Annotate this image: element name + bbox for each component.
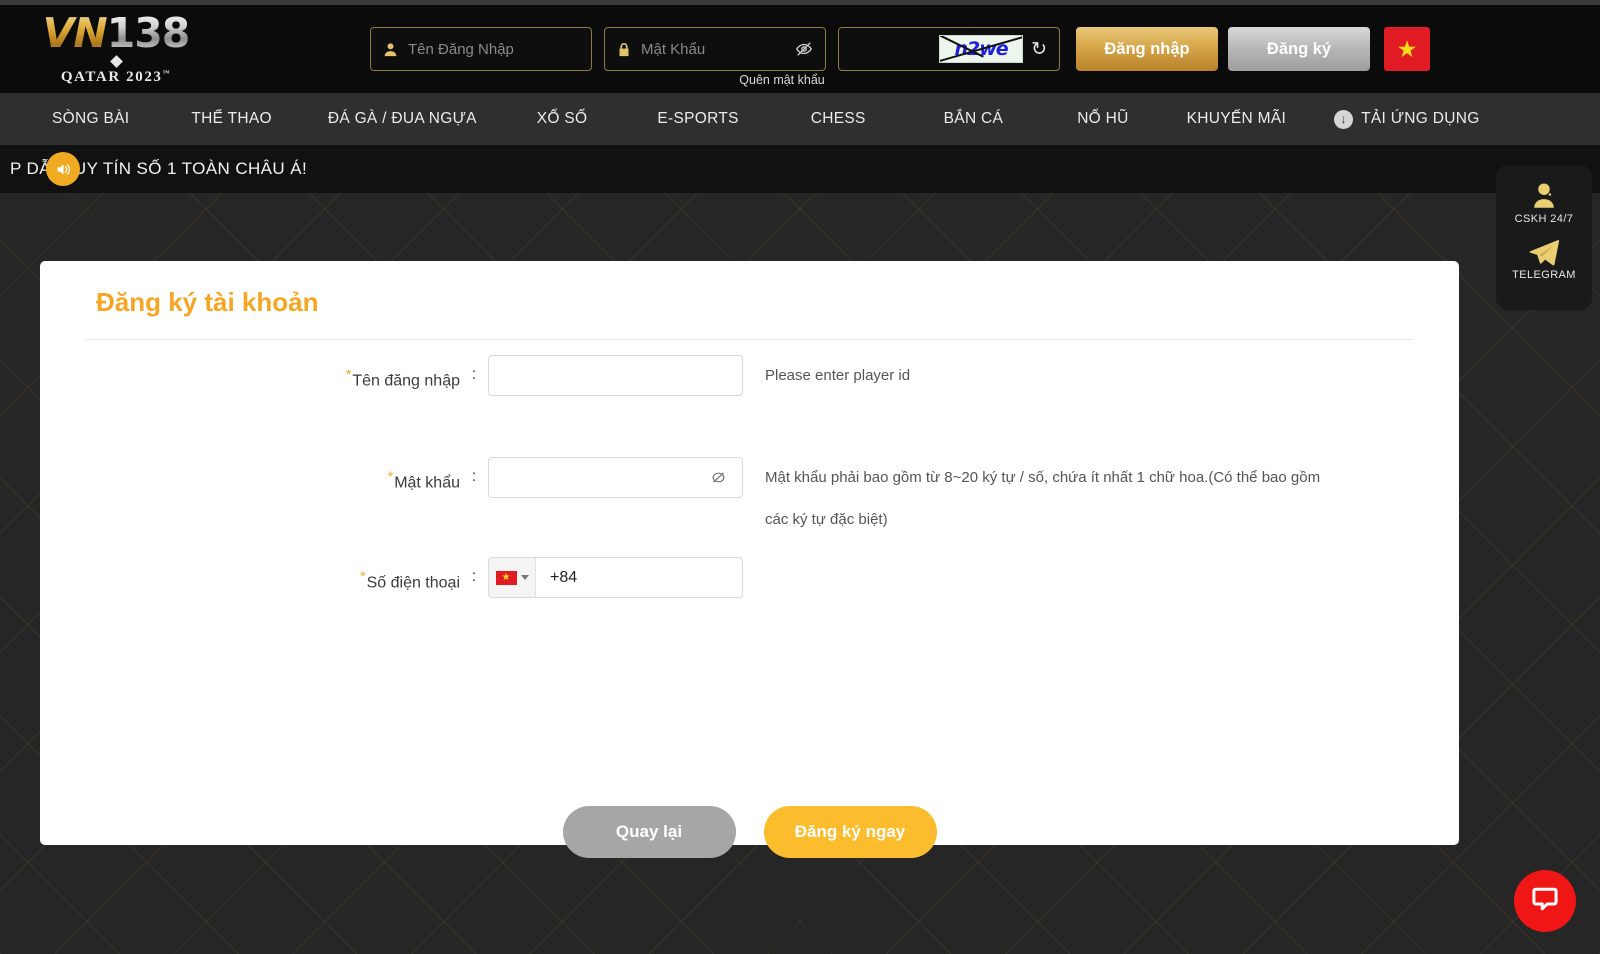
label-phone: *Số điện thoại [40,557,460,592]
trademark-mark: ™ [163,69,172,77]
form-row-username: *Tên đăng nhập : Please enter player id [40,355,1459,397]
lock-icon [617,42,631,57]
toggle-password-visibility-icon[interactable] [709,468,728,487]
login-button[interactable]: Đăng nhập [1076,27,1218,71]
nav-item-slots[interactable]: NỔ HŨ [1077,110,1128,128]
chat-bubble-icon [1530,884,1560,919]
header-captcha-field[interactable]: n2we ↻ [838,27,1060,71]
phone-input-value[interactable]: +84 [536,569,577,587]
nav-item-sports[interactable]: THỂ THAO [191,110,271,128]
back-button[interactable]: Quay lại [563,806,736,858]
vietnam-flag-star-icon: ★ [1397,36,1418,63]
nav-label-download-app: TẢI ỨNG DỤNG [1361,110,1479,128]
nav-label-sports: THỂ THAO [191,110,271,128]
required-asterisk: * [346,366,351,382]
label-password-text: Mật khẩu [394,474,460,491]
logo-subtitle: QATAR 2023™ [36,69,196,86]
colon-phone: : [460,557,488,586]
site-logo[interactable]: VN138 QATAR 2023™ [36,13,196,86]
nav-item-lottery[interactable]: XỔ SỐ [537,110,588,128]
label-phone-text: Số điện thoại [367,574,460,591]
nav-label-chess: CHESS [811,110,866,128]
telegram-label: TELEGRAM [1512,269,1576,281]
logo-secondary-text: 138 [107,9,190,57]
label-password: *Mật khẩu [40,457,460,492]
logo-wordmark: VN138 [43,13,190,54]
nav-item-cockfight-horse[interactable]: ĐÁ GÀ / ĐUA NGỰA [328,110,477,128]
nav-label-cockfight-horse: ĐÁ GÀ / ĐUA NGỰA [328,110,477,128]
colon-password: : [460,457,488,486]
download-icon: ↓ [1334,110,1353,129]
captcha-image: n2we [939,35,1023,63]
form-row-phone: *Số điện thoại : ★ +84 [40,557,1459,598]
header-password-placeholder: Mật Khẩu [641,41,705,58]
language-flag-button[interactable]: ★ [1384,27,1430,71]
floating-support-panel: CSKH 24/7 TELEGRAM [1496,165,1592,310]
user-icon [383,42,398,57]
chevron-down-icon [521,575,529,580]
support-button[interactable]: CSKH 24/7 [1515,175,1574,230]
live-chat-button[interactable] [1514,870,1576,932]
registration-card: Đăng ký tài khoản *Tên đăng nhập : Pleas… [40,261,1459,845]
forgot-password-link[interactable]: Quên mật khẩu [604,73,960,87]
label-username-text: Tên đăng nhập [352,372,460,389]
support-label: CSKH 24/7 [1515,213,1574,225]
title-divider [86,339,1412,340]
nav-item-download-app[interactable]: ↓ TẢI ỨNG DỤNG [1334,110,1479,129]
colon-username: : [460,355,488,384]
logo-subtitle-text: QATAR 2023 [61,69,163,85]
nav-label-slots: NỔ HŨ [1077,110,1128,128]
vietnam-flag-icon: ★ [496,571,517,585]
nav-label-fishing: BẮN CÁ [944,110,1004,128]
page-title: Đăng ký tài khoản [96,287,319,318]
header-username-placeholder: Tên Đăng Nhập [408,41,514,58]
username-input-wrapper[interactable] [488,355,743,396]
header-username-field[interactable]: Tên Đăng Nhập [370,27,592,71]
logo-primary-text: VN [43,9,107,57]
nav-item-promotions[interactable]: KHUYẾN MÃI [1187,110,1286,128]
username-input[interactable] [501,356,730,395]
nav-item-esports[interactable]: E-SPORTS [657,110,738,128]
main-nav: SÒNG BÀI THỂ THAO ĐÁ GÀ / ĐUA NGỰA XỔ SỐ… [0,93,1600,145]
password-input-wrapper[interactable] [488,457,743,498]
telegram-button[interactable]: TELEGRAM [1512,234,1576,286]
eye-off-icon[interactable] [795,40,813,58]
nav-item-fishing[interactable]: BẮN CÁ [944,110,1004,128]
register-button[interactable]: Đăng ký [1228,27,1370,71]
page-root: VN138 QATAR 2023™ Tên Đăng Nhập Mật Khẩu [0,0,1600,954]
announcement-bar: P DẪN, UY TÍN SỐ 1 TOÀN CHÂU Á! [0,145,1600,193]
password-input[interactable] [501,458,730,497]
telegram-icon [1529,239,1559,266]
hint-password: Mật khẩu phải bao gồm từ 8~20 ký tự / số… [765,457,1335,541]
required-asterisk: * [360,568,365,584]
site-header: VN138 QATAR 2023™ Tên Đăng Nhập Mật Khẩu [0,5,1600,93]
label-username: *Tên đăng nhập [40,355,460,390]
nav-label-casino: SÒNG BÀI [52,110,129,128]
country-code-select[interactable]: ★ [489,558,536,597]
form-actions: Quay lại Đăng ký ngay [40,806,1459,858]
hint-username: Please enter player id [765,355,910,397]
nav-label-lottery: XỔ SỐ [537,110,588,128]
nav-label-esports: E-SPORTS [657,110,738,128]
speaker-icon[interactable] [46,152,80,186]
header-password-field[interactable]: Mật Khẩu [604,27,826,71]
diamond-icon [110,55,123,68]
form-row-password: *Mật khẩu : Mật khẩu phải bao gồm từ 8~2… [40,457,1459,541]
phone-input-wrapper[interactable]: ★ +84 [488,557,743,598]
required-asterisk: * [388,468,393,484]
nav-label-promotions: KHUYẾN MÃI [1187,110,1286,128]
nav-item-casino[interactable]: SÒNG BÀI [52,110,129,128]
refresh-captcha-icon[interactable]: ↻ [1031,38,1051,61]
headset-icon [1529,180,1559,210]
register-now-button[interactable]: Đăng ký ngay [764,806,937,858]
nav-item-chess[interactable]: CHESS [811,110,866,128]
